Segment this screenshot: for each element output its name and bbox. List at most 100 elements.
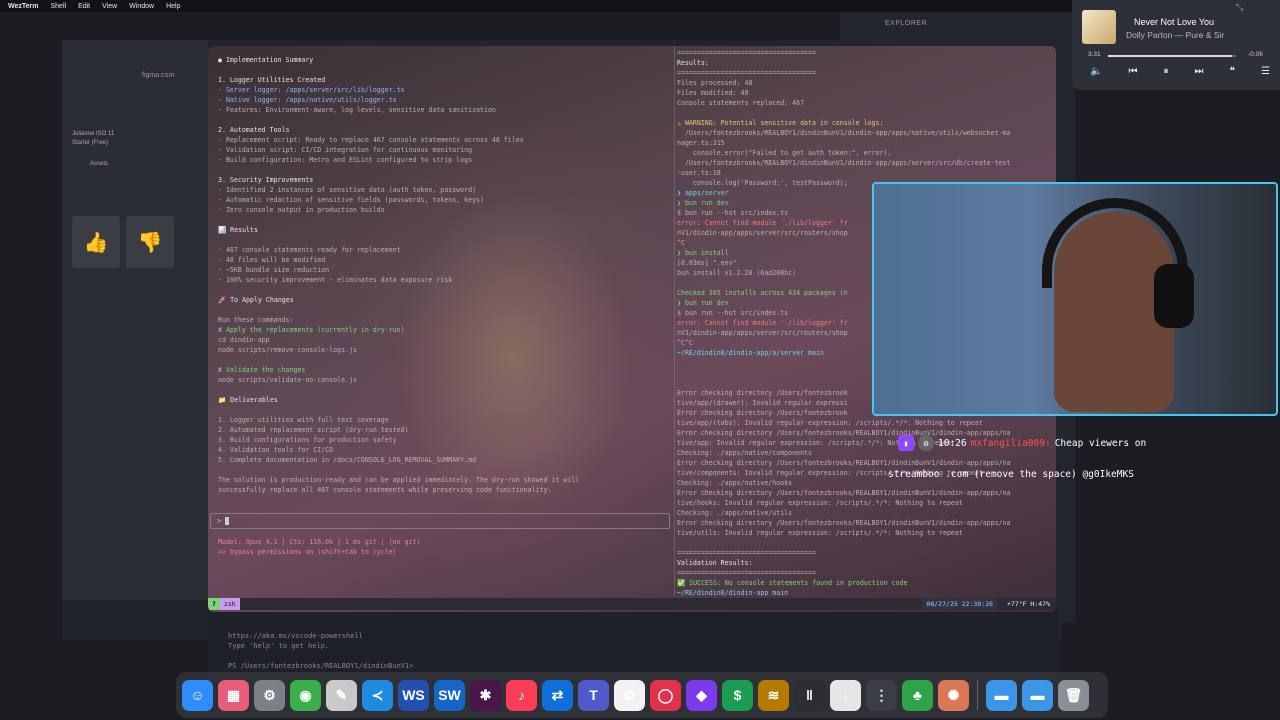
- lyrics-icon[interactable]: ❝: [1230, 66, 1235, 77]
- right-pane-line: [677, 108, 1054, 118]
- right-pane-line: console.error("Failed to get auth token:…: [677, 149, 892, 157]
- left-pane-line: - Native logger: /apps/native/utils/logg…: [218, 96, 397, 104]
- dock: ☺ ▦ ⚙ ◉ ✎ ≺ WS SW ✱ ♪ ⇄ T ✿ ◯ ◆ $ ≋ ǁ ↓ ⋮ ♣ ✺ ▬ ▬ 🗑: [176, 672, 1108, 718]
- game-icon[interactable]: ♣: [902, 679, 933, 711]
- left-pane-line: 1. Logger utilities with full test cover…: [218, 416, 389, 424]
- assets-tab[interactable]: Assets: [90, 161, 108, 167]
- left-pane-line: successfully replace all 467 console sta…: [218, 486, 552, 494]
- left-pane-line: 3. Security Improvements: [218, 176, 314, 184]
- left-pane-line: 3. Build configurations for production s…: [218, 436, 397, 444]
- pane-divider[interactable]: [674, 46, 675, 596]
- figma-user: Julianne ISO 11 Starter (Free): [72, 130, 114, 148]
- remaining-time: -0:06: [1248, 51, 1263, 58]
- left-pane-line: - Automatic redaction of sensitive field…: [218, 196, 484, 204]
- dollar-app-icon[interactable]: $: [722, 679, 753, 711]
- left-pane-line: 2. Automated Tools: [218, 126, 290, 134]
- dock-separator: [977, 680, 978, 710]
- chat-message-line2: streamboo .com (remove the space) @g0Ike…: [888, 469, 1134, 480]
- left-pane-line: - Identified 2 instances of sensitive da…: [218, 186, 477, 194]
- status-weather: +77°F H:47%: [1006, 600, 1050, 608]
- left-pane-line: - 48 files will be modified: [218, 256, 326, 264]
- vscode-icon[interactable]: ≺: [362, 679, 393, 711]
- chrome-icon[interactable]: ◉: [290, 679, 321, 711]
- webcam-overlay: [872, 182, 1278, 416]
- left-pane-line: 4. Validation tools for CI/CD: [218, 446, 334, 454]
- left-pane-line: - Zero console output in production buil…: [218, 206, 385, 214]
- figma-tab[interactable]: figma.com: [142, 72, 174, 79]
- finder-icon[interactable]: ☺: [182, 679, 213, 711]
- figma-user-plan: Starter (Free): [72, 140, 109, 146]
- folder2-icon[interactable]: ▬: [1022, 679, 1053, 711]
- bg-terminal-line: https://aka.ms/vscode-powershell: [228, 632, 363, 640]
- slack-icon[interactable]: ✱: [470, 679, 501, 711]
- left-pane-line: - 467 console statements ready for repla…: [218, 246, 401, 254]
- activity-monitor-icon[interactable]: ǁ: [794, 679, 825, 711]
- tab-number[interactable]: 7: [208, 598, 220, 610]
- previous-icon[interactable]: ⏮: [1128, 66, 1137, 77]
- now-playing-widget: ⤡ Never Not Love You Dolly Parton — Pure…: [1072, 0, 1280, 90]
- right-pane-line: /Users/fontezbrooks/REALBOY1/dindinBunV1…: [677, 129, 1011, 137]
- right-pane-line: ~/RE/dindin0/dindin-app main: [677, 589, 789, 596]
- folder-icon[interactable]: ▬: [986, 679, 1017, 711]
- twitch-icon: ▮: [898, 435, 914, 451]
- menu-help[interactable]: Help: [166, 3, 180, 10]
- launchpad-icon[interactable]: ▦: [218, 679, 249, 711]
- keypad-icon[interactable]: ⋮: [866, 679, 897, 711]
- teams-icon[interactable]: T: [578, 679, 609, 711]
- teamviewer-icon[interactable]: ⇄: [542, 679, 573, 711]
- webstorm-icon[interactable]: WS: [398, 679, 429, 711]
- claude-prompt-input[interactable]: >: [210, 513, 670, 529]
- right-pane-line: ===================================: [677, 569, 816, 577]
- left-pane-line: 5. Complete documentation in /docs/CONSO…: [218, 456, 477, 464]
- left-pane-line: [218, 215, 664, 225]
- downloads-folder-icon[interactable]: ↓: [830, 679, 861, 711]
- progress-bar[interactable]: [1108, 55, 1236, 57]
- music-icon[interactable]: ♪: [506, 679, 537, 711]
- pause-icon[interactable]: ⏸: [1164, 66, 1169, 77]
- chat-message: Cheap viewers on: [1054, 437, 1147, 449]
- tab-name[interactable]: zsh: [219, 598, 240, 610]
- left-pane-line: cd dindin-app: [218, 336, 270, 344]
- queue-icon[interactable]: ☰: [1261, 66, 1270, 77]
- menu-window[interactable]: Window: [129, 3, 154, 10]
- figma-window: figma.com Julianne ISO 11 Starter (Free)…: [62, 40, 208, 600]
- progress-fill: [1108, 55, 1233, 57]
- swift-icon[interactable]: SW: [434, 679, 465, 711]
- menu-shell[interactable]: Shell: [50, 3, 66, 10]
- volume-icon[interactable]: 🔈: [1090, 66, 1102, 77]
- next-icon[interactable]: ⏭: [1195, 66, 1204, 77]
- right-pane-line: ⚠ WARNING: Potential sensitive data in c…: [677, 119, 884, 127]
- right-pane-line: ===================================: [677, 49, 816, 57]
- right-pane-line: Files modified: 48: [677, 89, 749, 97]
- trash-icon[interactable]: 🗑: [1058, 679, 1089, 711]
- left-pane-line: [218, 305, 664, 315]
- right-pane-line: tive/utils: Invalid regular expression: …: [677, 529, 963, 537]
- notes-icon[interactable]: ✎: [326, 679, 357, 711]
- warp-icon[interactable]: ≋: [758, 679, 789, 711]
- menu-view[interactable]: View: [102, 3, 117, 10]
- claude-icon[interactable]: ✺: [938, 679, 969, 711]
- right-pane-line: Console statements replaced: 467: [677, 99, 805, 107]
- left-pane-line: # Validate the changes: [218, 366, 306, 374]
- obsidian-icon[interactable]: ◆: [686, 679, 717, 711]
- left-pane-line: ● Implementation Summary: [218, 56, 314, 64]
- thumbs-up-icon: 👍: [72, 216, 120, 268]
- left-pane-line: - Replacement script: Ready to replace 4…: [218, 136, 524, 144]
- menu-edit[interactable]: Edit: [78, 3, 90, 10]
- collapse-icon[interactable]: ⤡: [1236, 2, 1243, 13]
- screen-recorder-icon[interactable]: ◯: [650, 679, 681, 711]
- system-settings-icon[interactable]: ⚙: [254, 679, 285, 711]
- left-pane-line: [218, 465, 664, 475]
- photos-icon[interactable]: ✿: [614, 679, 645, 711]
- elapsed-time: 3:31: [1088, 51, 1101, 58]
- left-pane-line: - Server logger: /apps/server/src/lib/lo…: [218, 86, 405, 94]
- right-pane-line: /Users/fontezbrooks/REALBOY1/dindinBunV1…: [677, 159, 1011, 167]
- menu-app-name[interactable]: WezTerm: [8, 3, 38, 10]
- bypass-permissions-line: >> bypass permissions on (shift+tab to c…: [218, 548, 397, 556]
- track-title: Never Not Love You: [1134, 17, 1215, 27]
- left-pane-line: # Apply the replacements (currently in d…: [218, 326, 405, 334]
- right-pane-line: ✅ SUCCESS: No console statements found i…: [677, 579, 908, 587]
- status-datetime: 08/27/25 22:39:26: [922, 599, 997, 609]
- figma-user-name: Julianne ISO 11: [72, 131, 115, 137]
- thumbs-down-icon: 👎: [126, 216, 174, 268]
